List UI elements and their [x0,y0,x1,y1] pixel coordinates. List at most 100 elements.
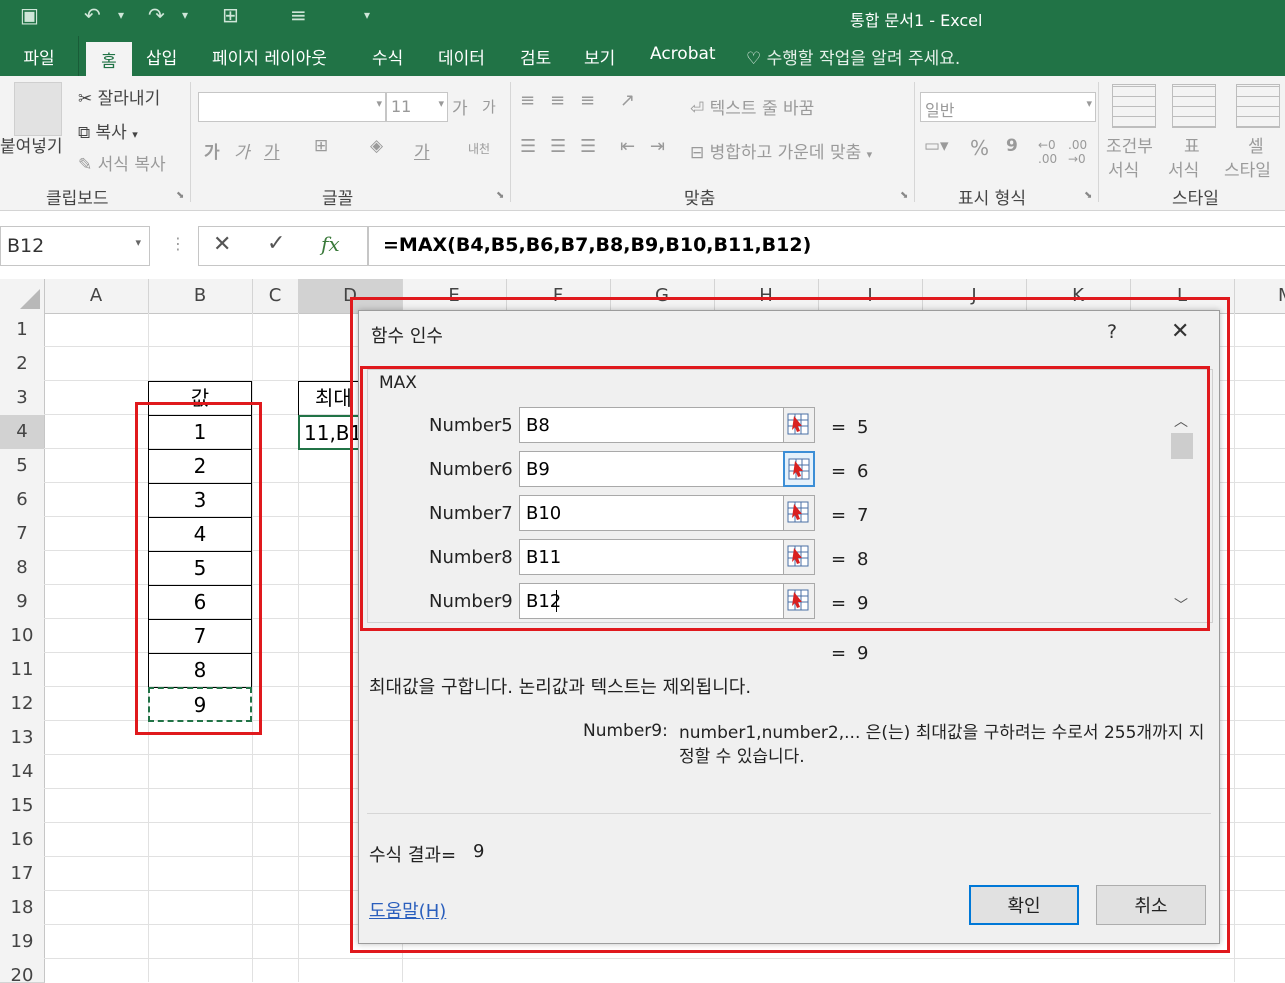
row-header-10[interactable]: 10 [0,619,45,654]
tell-me-box[interactable]: ♡ 수행할 작업을 알려 주세요. [746,44,960,69]
paste-icon[interactable] [14,82,62,136]
row-header-7[interactable]: 7 [0,517,45,552]
decrease-indent-icon[interactable]: ⇤ [620,136,635,157]
clipboard-launcher-icon[interactable]: ⬊ [176,190,184,201]
font-color-button[interactable]: 가 [414,138,430,163]
fill-color-icon[interactable]: ◈ [370,136,383,156]
font-name-combo[interactable]: ▾ [198,92,386,122]
tab-view[interactable]: 보기 [584,44,615,69]
italic-button[interactable]: 가 [234,138,250,163]
row-header-20[interactable]: 20 [0,959,45,983]
phonetic-button[interactable]: 내천 [468,140,490,157]
decrease-decimal-icon[interactable]: .00 →0 [1068,138,1087,166]
tab-review[interactable]: 검토 [520,44,551,69]
number-launcher-icon[interactable]: ⬊ [1084,190,1092,201]
grow-font-button[interactable]: 가 [452,94,468,119]
row-header-14[interactable]: 14 [0,755,45,790]
tab-formulas[interactable]: 수식 [372,44,403,69]
row-header-18[interactable]: 18 [0,891,45,926]
row-header-9[interactable]: 9 [0,585,45,620]
alignment-launcher-icon[interactable]: ⬊ [900,190,908,201]
format-as-table-label-1[interactable]: 표 [1184,132,1200,157]
copy-button[interactable]: ⧉ 복사 ▾ [78,118,138,143]
merge-center-button[interactable]: ⊟ 병합하고 가운데 맞춤 ▾ [690,138,872,163]
shrink-font-button[interactable]: 가 [482,96,496,117]
font-launcher-icon[interactable]: ⬊ [496,190,504,201]
customize-qat-icon[interactable]: ▾ [364,4,370,26]
align-middle-icon[interactable]: ≡ [550,90,565,111]
border-icon[interactable]: ⊞ [314,136,328,156]
tab-data[interactable]: 데이터 [438,44,485,69]
window-title: 통합 문서1 - Excel [850,11,983,30]
undo-icon[interactable]: ↶ [84,4,101,26]
increase-indent-icon[interactable]: ⇥ [650,136,665,157]
format-as-table-label-2[interactable]: 서식 [1168,156,1199,181]
tab-file[interactable]: 파일 [0,36,79,76]
tab-page-layout[interactable]: 페이지 레이아웃 [212,44,327,69]
save-icon[interactable]: ▣ [20,4,39,26]
row-header-15[interactable]: 15 [0,789,45,824]
align-top-icon[interactable]: ≡ [520,90,535,111]
align-bottom-icon[interactable]: ≡ [580,90,595,111]
row-header-8[interactable]: 8 [0,551,45,586]
row-header-2[interactable]: 2 [0,347,45,382]
align-center-icon[interactable]: ☰ [550,136,566,157]
select-all-button[interactable] [0,279,45,313]
percent-button[interactable]: % [970,136,989,160]
row-header-5[interactable]: 5 [0,449,45,484]
format-as-table-icon[interactable] [1172,84,1216,128]
cancel-entry-icon[interactable]: ✕ [213,232,231,257]
column-header-b[interactable]: B [148,279,253,313]
confirm-entry-icon[interactable]: ✓ [267,231,285,256]
row-header-6[interactable]: 6 [0,483,45,518]
ribbon-tabs: 파일 홈 삽입 페이지 레이아웃 수식 데이터 검토 보기 Acrobat ♡ … [0,36,1285,76]
underline-button[interactable]: 가 [264,138,280,163]
format-painter-button[interactable]: ✎ 서식 복사 [78,150,166,175]
conditional-format-label-1[interactable]: 조건부 [1106,132,1153,157]
row-header-4[interactable]: 4 [0,415,45,450]
number-format-combo[interactable]: 일반 ▾ [920,92,1096,122]
row-header-1[interactable]: 1 [0,313,45,348]
conditional-format-label-2[interactable]: 서식 [1108,156,1139,181]
column-header-m[interactable]: M [1234,279,1285,313]
list-icon[interactable]: ≡ [290,4,307,26]
row-header-3[interactable]: 3 [0,381,45,416]
redo-dropdown-icon[interactable]: ▾ [182,4,188,26]
cell-styles-label-2[interactable]: 스타일 [1224,156,1271,181]
insert-function-icon[interactable]: fx [321,232,340,256]
row-header-13[interactable]: 13 [0,721,45,756]
align-right-icon[interactable]: ☰ [580,136,596,157]
comma-button[interactable]: 9 [1006,136,1018,156]
align-left-icon[interactable]: ☰ [520,136,536,157]
chevron-down-icon[interactable]: ▾ [135,236,141,249]
splitter-handle-icon[interactable]: ⋮ [170,234,186,253]
redo-icon[interactable]: ↷ [148,4,165,26]
row-header-16[interactable]: 16 [0,823,45,858]
row-header-11[interactable]: 11 [0,653,45,688]
row-header-17[interactable]: 17 [0,857,45,892]
cell-styles-icon[interactable] [1236,84,1280,128]
cell-styles-label-1[interactable]: 셀 [1248,132,1264,157]
row-header-12[interactable]: 12 [0,687,45,722]
currency-icon[interactable]: ▭▾ [924,136,949,156]
orientation-icon[interactable]: ↗ [620,90,635,111]
conditional-format-icon[interactable] [1112,84,1156,128]
wrap-text-button[interactable]: ⏎ 텍스트 줄 바꿈 [690,94,814,119]
font-size-value: 11 [391,97,412,116]
font-size-combo[interactable]: 11 ▾ [386,92,448,122]
cut-button[interactable]: ✂ 잘라내기 [78,84,160,109]
tab-acrobat[interactable]: Acrobat [650,44,716,64]
column-header-a[interactable]: A [44,279,149,313]
tab-insert[interactable]: 삽입 [146,44,177,69]
bold-button[interactable]: 가 [204,138,220,163]
increase-decimal-icon[interactable]: ←0.00 [1038,138,1057,166]
formula-input[interactable]: =MAX(B4,B5,B6,B7,B8,B9,B10,B11,B12) [368,226,1285,266]
name-box[interactable]: B12 ▾ [0,226,150,266]
undo-dropdown-icon[interactable]: ▾ [118,4,124,26]
row-header-19[interactable]: 19 [0,925,45,960]
paste-button[interactable]: 붙여넣기 [0,132,63,157]
column-header-c[interactable]: C [252,279,299,313]
tab-home[interactable]: 홈 [86,42,132,76]
group-divider [1098,82,1099,202]
form-icon[interactable]: ⊞ [222,4,239,26]
